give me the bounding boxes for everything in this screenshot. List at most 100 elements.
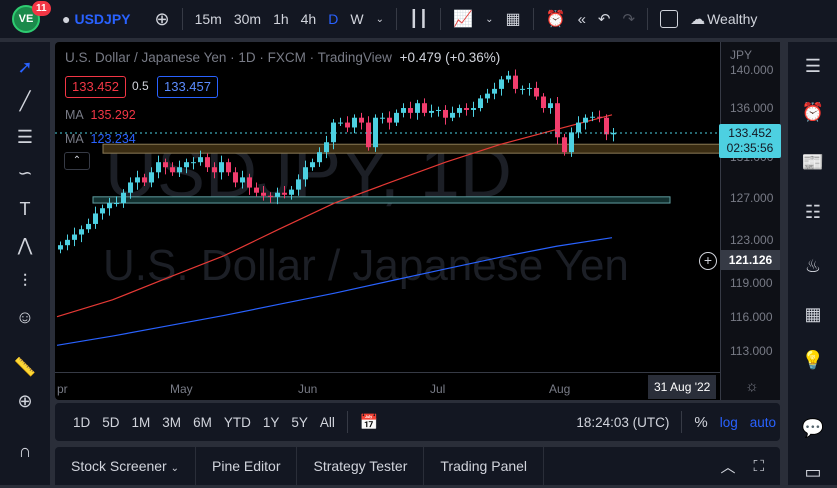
drawing-toolbar: ➚ ╱ ☰ ∽ T ⋀ ⫶ ☺ 📏 ⊕ ∩ [0,42,50,485]
chat-icon[interactable]: 💬 [800,418,826,444]
alert-add-icon[interactable]: ⏰ [546,9,566,29]
collapse-legend-button[interactable]: ⌃ [64,152,90,170]
watchlist-icon[interactable]: ☰ [800,56,826,82]
candle-body [485,93,490,99]
tab-label: Stock Screener [71,458,167,474]
pattern-icon[interactable]: ⋀ [12,232,38,258]
brush-icon[interactable]: ∽ [12,160,38,186]
candle [534,81,539,100]
layout-grid-icon[interactable]: ▦ [506,9,521,29]
cloud-save-icon[interactable]: ☁ [690,10,705,28]
data-window-icon[interactable]: ☷ [800,202,826,228]
time-axis[interactable]: pr May Jun Jul Aug 31 Aug '22 [55,372,720,400]
price-axis[interactable]: JPY 140.000136.000131.000127.000123.0001… [719,42,781,400]
percent-toggle[interactable]: % [694,414,707,431]
range-1y[interactable]: 1Y [263,415,280,430]
fib-icon[interactable]: ☰ [12,124,38,150]
interval-w[interactable]: W [350,11,363,27]
cursor-icon[interactable]: ➚ [12,54,38,80]
candle-body [345,122,350,128]
emoji-icon[interactable]: ☺ [12,304,38,330]
candles-icon[interactable]: ┃┃ [409,9,428,29]
candle [478,95,483,112]
range-5y[interactable]: 5Y [291,415,308,430]
candle-body [163,162,168,168]
ideas-bulb-icon[interactable]: 💡 [800,350,826,376]
add-crosshair-icon[interactable]: + [699,252,717,270]
zoom-in-icon[interactable]: ⊕ [12,388,38,414]
chevron-down-icon[interactable]: ⌄ [376,14,384,25]
news-icon[interactable]: 📰 [800,152,826,178]
range-6m[interactable]: 6M [193,415,212,430]
candle-body [380,117,385,119]
log-toggle[interactable]: log [720,415,738,430]
hotlist-flame-icon[interactable]: ♨ [800,256,826,282]
candle [555,96,560,145]
interval-d[interactable]: D [328,11,338,27]
indicators-icon[interactable]: 📈 [453,9,473,29]
candle [485,88,490,103]
candle [513,69,518,94]
range-ytd[interactable]: YTD [224,415,251,430]
compare-add-icon[interactable]: ⊕ [155,9,170,30]
candle [338,117,343,127]
candle-body [303,167,308,180]
replay-icon[interactable]: « [578,11,586,28]
symbol-search[interactable]: USDJPY [74,11,130,27]
range-3m[interactable]: 3M [162,415,181,430]
chevron-down-icon[interactable]: ⌄ [485,14,493,25]
calendar-icon[interactable]: ▦ [800,304,826,330]
top-toolbar: VE 11 ● USDJPY ⊕ 15m 30m 1h 4h D W ⌄ ┃┃ … [0,0,837,38]
candle-body [261,192,266,196]
candle-body [317,152,322,163]
date-range-bar: 1D 5D 1M 3M 6M YTD 1Y 5Y All 📅 18:24:03 … [55,403,780,441]
avatar[interactable]: VE 11 [12,1,51,33]
range-1d[interactable]: 1D [73,415,90,430]
candle-body [177,167,182,173]
candle-body [590,116,595,118]
chevron-up-icon[interactable]: ︿ [720,456,735,477]
candle-body [240,177,245,183]
undo-icon[interactable]: ↶ [598,10,611,28]
messages-icon[interactable]: ▭ [800,462,826,488]
candle-body [520,88,525,90]
layout-name[interactable]: Wealthy [707,11,757,27]
ruler-icon[interactable]: 📏 [12,354,38,380]
candle-body [142,177,147,183]
interval-15m[interactable]: 15m [195,11,222,27]
range-1m[interactable]: 1M [132,415,151,430]
text-icon[interactable]: T [12,196,38,222]
currency-dropdown[interactable]: JPY [730,48,752,62]
support-zone [102,143,721,154]
candle-body [149,172,154,183]
tab-strategy-tester[interactable]: Strategy Tester [297,447,425,485]
chart-pane[interactable]: USDJPY, 1D U.S. Dollar / Japanese Yen U.… [55,42,780,400]
candle-body [198,157,203,163]
clock-timezone[interactable]: 18:24:03 (UTC) [576,415,669,430]
magnet-icon[interactable]: ∩ [12,438,38,464]
auto-toggle[interactable]: auto [750,415,776,430]
range-all[interactable]: All [320,415,335,430]
fullscreen-icon[interactable] [660,10,679,28]
tab-stock-screener[interactable]: Stock Screener ⌄ [55,447,196,485]
trendline-icon[interactable]: ╱ [12,88,38,114]
spread: 0.5 [132,79,149,93]
tab-pine-editor[interactable]: Pine Editor [196,447,298,485]
goto-date-icon[interactable]: 📅 [360,413,379,431]
redo-icon[interactable]: ↷ [623,10,636,28]
range-5d[interactable]: 5D [102,415,119,430]
candle [576,116,581,139]
alarm-clock-icon[interactable]: ⏰ [800,102,826,128]
tab-trading-panel[interactable]: Trading Panel [424,447,545,485]
candle [422,98,427,117]
maximize-icon[interactable]: ⛶ [753,458,764,475]
forecast-icon[interactable]: ⫶ [12,268,38,294]
buy-button[interactable]: 133.457 [157,76,218,98]
sell-button[interactable]: 133.452 [65,76,126,98]
candle [58,241,63,254]
interval-1h[interactable]: 1h [273,11,289,27]
time-cursor-label: 31 Aug '22 [648,375,717,399]
settings-sun-icon[interactable]: ☼ [745,378,759,395]
interval-4h[interactable]: 4h [301,11,317,27]
interval-30m[interactable]: 30m [234,11,261,27]
